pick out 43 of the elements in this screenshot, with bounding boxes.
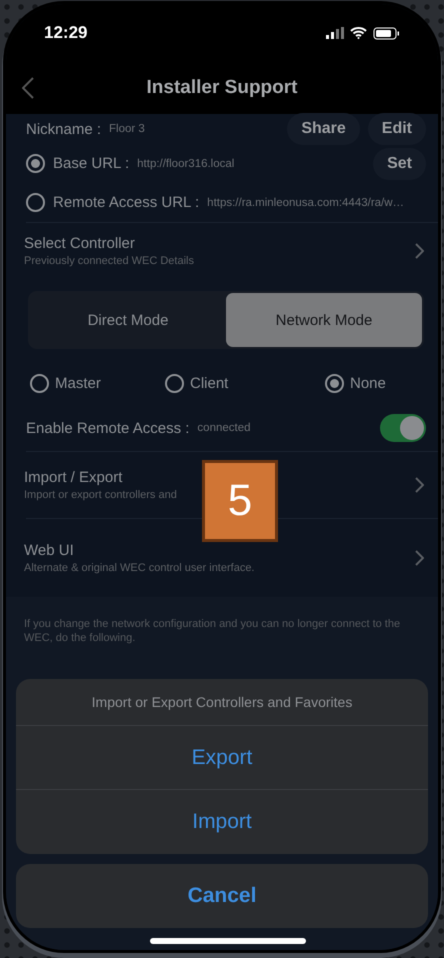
radio-button[interactable] (325, 374, 344, 392)
action-sheet-option[interactable]: Export (16, 726, 428, 790)
nickname-label: Nickname : (26, 120, 102, 138)
info-note: If you change the network configuration and you can no longer connect to the WEC, do the following. (24, 617, 402, 645)
row-title: Import / Export (24, 469, 124, 486)
wifi-icon (350, 27, 367, 39)
screen-title: Installer Support (146, 77, 298, 99)
chevron-right-icon (415, 550, 424, 566)
status-time: 12:29 (44, 23, 88, 43)
radio-button[interactable] (26, 154, 45, 173)
edit-button[interactable]: Edit (368, 113, 426, 145)
remote-access-label: Enable Remote Access : (26, 420, 190, 436)
role-label: None (350, 374, 386, 392)
row-subtitle: Import or export controllers and (24, 489, 178, 501)
cancel-button[interactable]: Cancel (16, 864, 428, 928)
row-title: Web UI (24, 542, 75, 559)
mode-segment[interactable]: Network Mode (226, 293, 422, 347)
nickname-value: Floor 3 (109, 123, 146, 135)
signal-icon (326, 27, 344, 39)
row-title: Select Controller (24, 235, 136, 252)
url-value: http://floor316.local (137, 158, 236, 170)
chevron-right-icon (415, 243, 424, 259)
remote-access-toggle[interactable] (380, 414, 426, 442)
url-label: Remote Access URL : (53, 194, 200, 211)
action-sheet-title: Import or Export Controllers and Favorites (16, 679, 428, 726)
step-badge: 5 (202, 460, 278, 542)
mode-segment[interactable]: Direct Mode (30, 293, 226, 347)
role-label: Client (190, 374, 228, 392)
url-value: https://ra.minleonusa.com:4443/ra/w… (207, 196, 406, 208)
row-subtitle: Previously connected WEC Details (24, 255, 195, 267)
set-button[interactable]: Set (373, 148, 426, 180)
share-button[interactable]: Share (287, 113, 360, 145)
radio-button[interactable] (26, 193, 45, 212)
role-label: Master (55, 374, 101, 392)
radio-button[interactable] (30, 374, 49, 392)
row-subtitle: Alternate & original WEC control user interface. (24, 562, 256, 574)
radio-button[interactable] (165, 374, 184, 392)
battery-icon (373, 26, 400, 40)
back-button[interactable] (22, 77, 34, 99)
chevron-right-icon (415, 477, 424, 493)
action-sheet-option[interactable]: Import (16, 790, 428, 854)
url-label: Base URL : (53, 155, 130, 172)
remote-access-status: connected (197, 422, 252, 434)
